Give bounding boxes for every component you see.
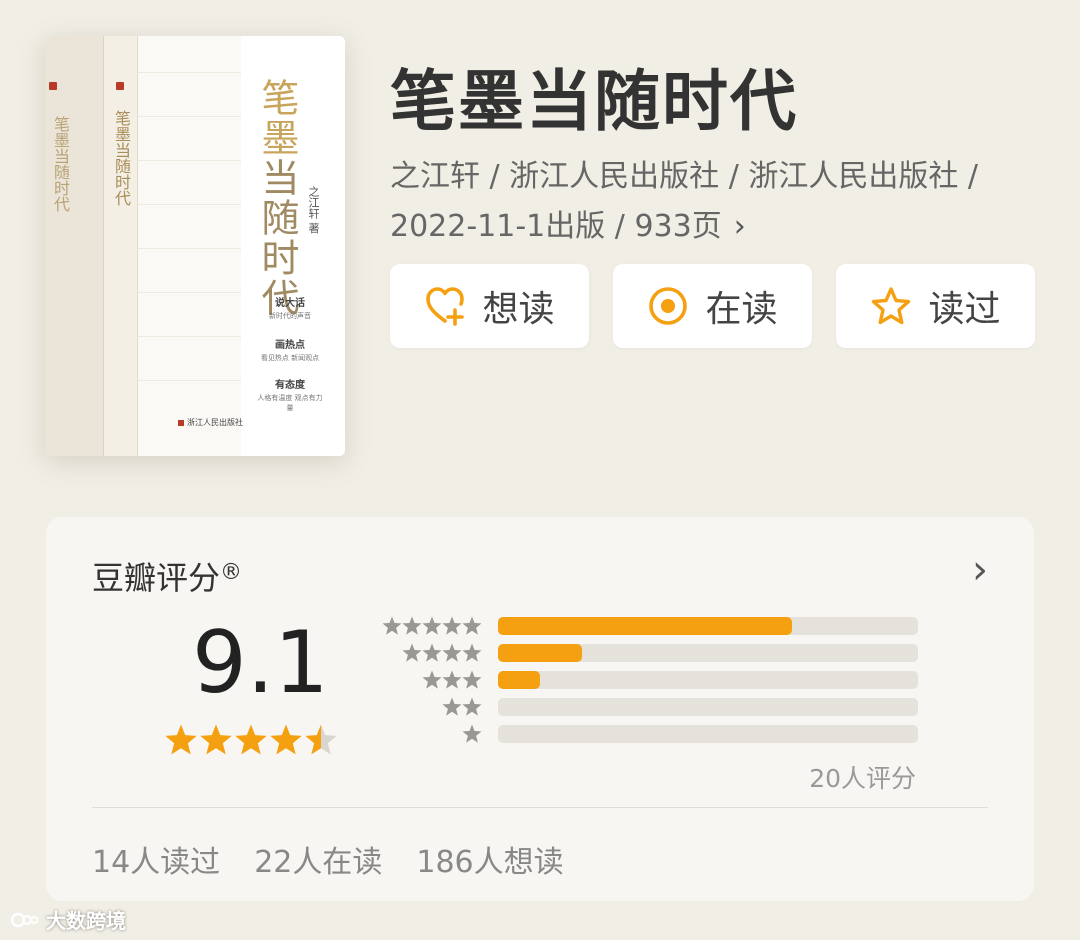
cover-blurb-2: 画热点 看见热点 新闻观点 [255,336,325,363]
score-stars [165,724,337,755]
distribution-stars [382,616,482,635]
chevron-right-icon[interactable]: › [734,209,746,244]
small-star-icon [442,670,462,689]
cover-author: 之江轩 著 [307,186,320,234]
registered-mark: ® [220,560,243,585]
cover-blurb-1: 说大话 新时代的声音 [255,294,325,321]
score-star-icon [305,724,337,755]
small-star-icon [462,670,482,689]
have-read-button[interactable]: 读过 [836,264,1035,348]
watermark-text: 大数跨境 [46,909,126,933]
distribution-stars [402,643,482,662]
distribution-track [498,698,918,716]
cover-title: 笔墨当随时代 [255,78,299,318]
score-star-icon [200,724,232,755]
score-star-icon [235,724,267,755]
distribution-track [498,617,918,635]
reader-stats: 14人读过 22人在读 186人想读 [92,837,564,881]
distribution-row [376,616,918,637]
want-count[interactable]: 186人想读 [416,837,563,881]
spine-logo-icon [116,82,124,90]
small-star-icon [422,643,442,662]
book-meta-line1: 之江轩 / 浙江人民出版社 / 浙江人民出版社 / [390,159,979,194]
small-star-icon [402,643,422,662]
cover-front: 笔墨当随时代 之江轩 著 说大话 新时代的声音 画热点 看见热点 新闻观点 有态… [137,36,345,456]
spine-title-back: 笔墨当随时代 [51,116,70,212]
watermark: 大数跨境 [10,905,126,934]
distribution-bar [498,644,582,662]
cover-title-part1: 笔墨 [255,78,299,158]
distribution-bar [498,671,540,689]
distribution-row [376,670,918,691]
book-cover[interactable]: 笔墨当随时代 笔墨当随时代 笔墨当随时代 之江轩 著 说大话 新时代的声音 画热… [45,36,345,456]
chevron-right-icon[interactable]: › [972,547,988,593]
cover-blurb-heading: 说大话 [275,298,305,309]
cover-blurb-heading: 有态度 [275,380,305,391]
small-star-icon [442,643,462,662]
book-meta[interactable]: 之江轩 / 浙江人民出版社 / 浙江人民出版社 / 2022-11-1出版 / … [390,152,1050,252]
distribution-track [498,671,918,689]
distribution-row [376,724,918,745]
reading-count[interactable]: 22人在读 [254,837,382,881]
small-star-icon [442,697,462,716]
distribution-track [498,725,918,743]
distribution-stars [462,724,482,743]
cover-blurb-heading: 画热点 [275,340,305,351]
cover-back-spine: 笔墨当随时代 [45,36,105,456]
small-star-icon [402,616,422,635]
distribution-row [376,643,918,664]
rating-score: 9.1 [192,613,329,713]
rating-count: 20人评分 [809,764,916,793]
small-star-icon [462,616,482,635]
read-count[interactable]: 14人读过 [92,837,220,881]
small-star-icon [462,697,482,716]
book-title: 笔墨当随时代 [390,63,798,140]
watermark-logo-icon [10,912,39,927]
have-read-label: 读过 [928,289,1001,330]
divider [92,807,988,808]
spine-logo-icon [49,82,57,90]
cover-blurb-sub: 新时代的声音 [269,312,311,320]
small-star-icon [382,616,402,635]
small-star-icon [422,670,442,689]
target-icon [649,287,688,325]
distribution-stars [442,697,482,716]
small-star-icon [442,616,462,635]
want-to-read-button[interactable]: 想读 [390,264,589,348]
distribution-bar [498,617,792,635]
score-star-icon [270,724,302,755]
heart-plus-icon [426,287,465,326]
book-meta-line2: 2022-11-1出版 / 933页 [390,209,722,244]
small-star-icon [422,616,442,635]
reading-label: 在读 [705,289,778,330]
cover-spine: 笔墨当随时代 [103,36,137,456]
small-star-icon [462,643,482,662]
rating-title-text: 豆瓣评分 [92,559,221,597]
small-star-icon [462,724,482,743]
distribution-track [498,644,918,662]
spine-title: 笔墨当随时代 [112,110,131,206]
reading-button[interactable]: 在读 [613,264,812,348]
cover-blurb-sub: 人格有温度 观点有力量 [257,394,323,412]
cover-blurb-3: 有态度 人格有温度 观点有力量 [255,376,325,413]
star-outline-icon [872,287,911,325]
cover-blurb-sub: 看见热点 新闻观点 [260,354,320,362]
want-to-read-label: 想读 [482,289,555,330]
rating-title: 豆瓣评分® [92,553,242,599]
cover-publisher: 浙江人民出版社 [178,417,243,428]
score-star-icon [165,724,197,755]
distribution-row [376,697,918,718]
distribution-stars [422,670,482,689]
rating-card[interactable]: 豆瓣评分® › 9.1 20人评分 14人读过 22人在读 186人想读 [46,517,1034,901]
